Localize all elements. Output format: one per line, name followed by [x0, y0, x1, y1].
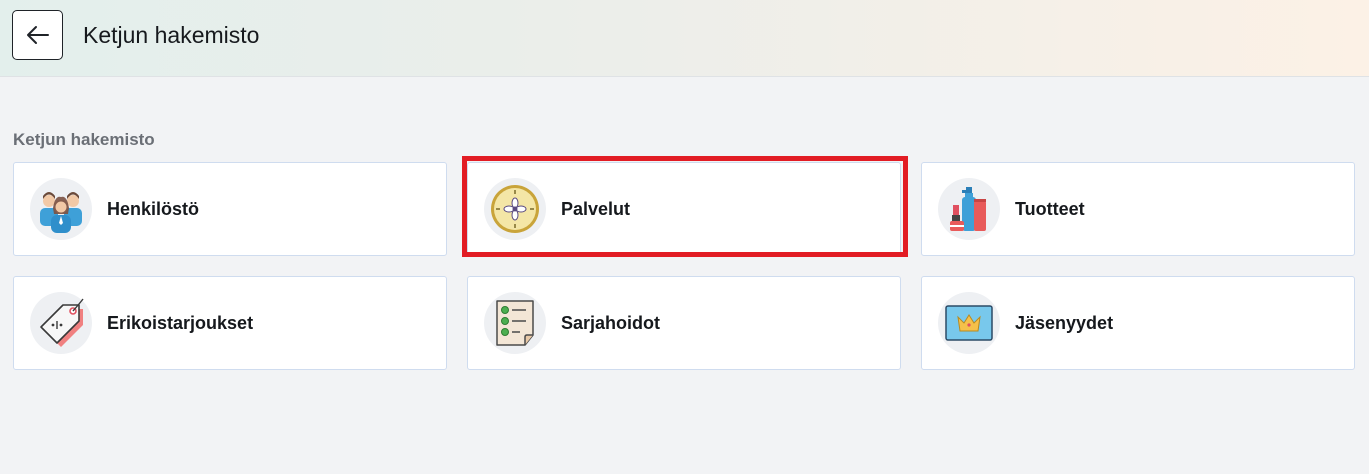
- section-heading: Ketjun hakemisto: [13, 130, 155, 149]
- services-flower-clock-icon: [484, 178, 546, 240]
- membership-crown-card-icon: [938, 292, 1000, 354]
- card-label: Tuotteet: [1015, 199, 1085, 219]
- price-tag-icon: [30, 292, 92, 354]
- card-henkilosto[interactable]: Henkilöstö: [13, 162, 447, 256]
- checklist-document-icon: [484, 292, 546, 354]
- card-sarjahoidot[interactable]: Sarjahoidot: [467, 276, 901, 370]
- card-erikoistarjoukset[interactable]: Erikoistarjoukset: [13, 276, 447, 370]
- beauty-products-icon: [938, 178, 1000, 240]
- card-palvelut[interactable]: Palvelut: [467, 162, 901, 256]
- card-label: Henkilöstö: [107, 199, 200, 219]
- page-title: Ketjun hakemisto: [83, 22, 260, 48]
- back-button[interactable]: [12, 10, 63, 60]
- card-jasenyydet[interactable]: Jäsenyydet: [921, 276, 1355, 370]
- card-tuotteet[interactable]: Tuotteet: [921, 162, 1355, 256]
- card-label: Jäsenyydet: [1015, 313, 1114, 333]
- staff-group-icon: [30, 178, 92, 240]
- card-label: Sarjahoidot: [561, 313, 661, 333]
- top-bar: Ketjun hakemisto: [0, 0, 1369, 77]
- card-label: Palvelut: [561, 199, 631, 219]
- card-label: Erikoistarjoukset: [107, 313, 254, 333]
- arrow-left-icon: [26, 26, 49, 44]
